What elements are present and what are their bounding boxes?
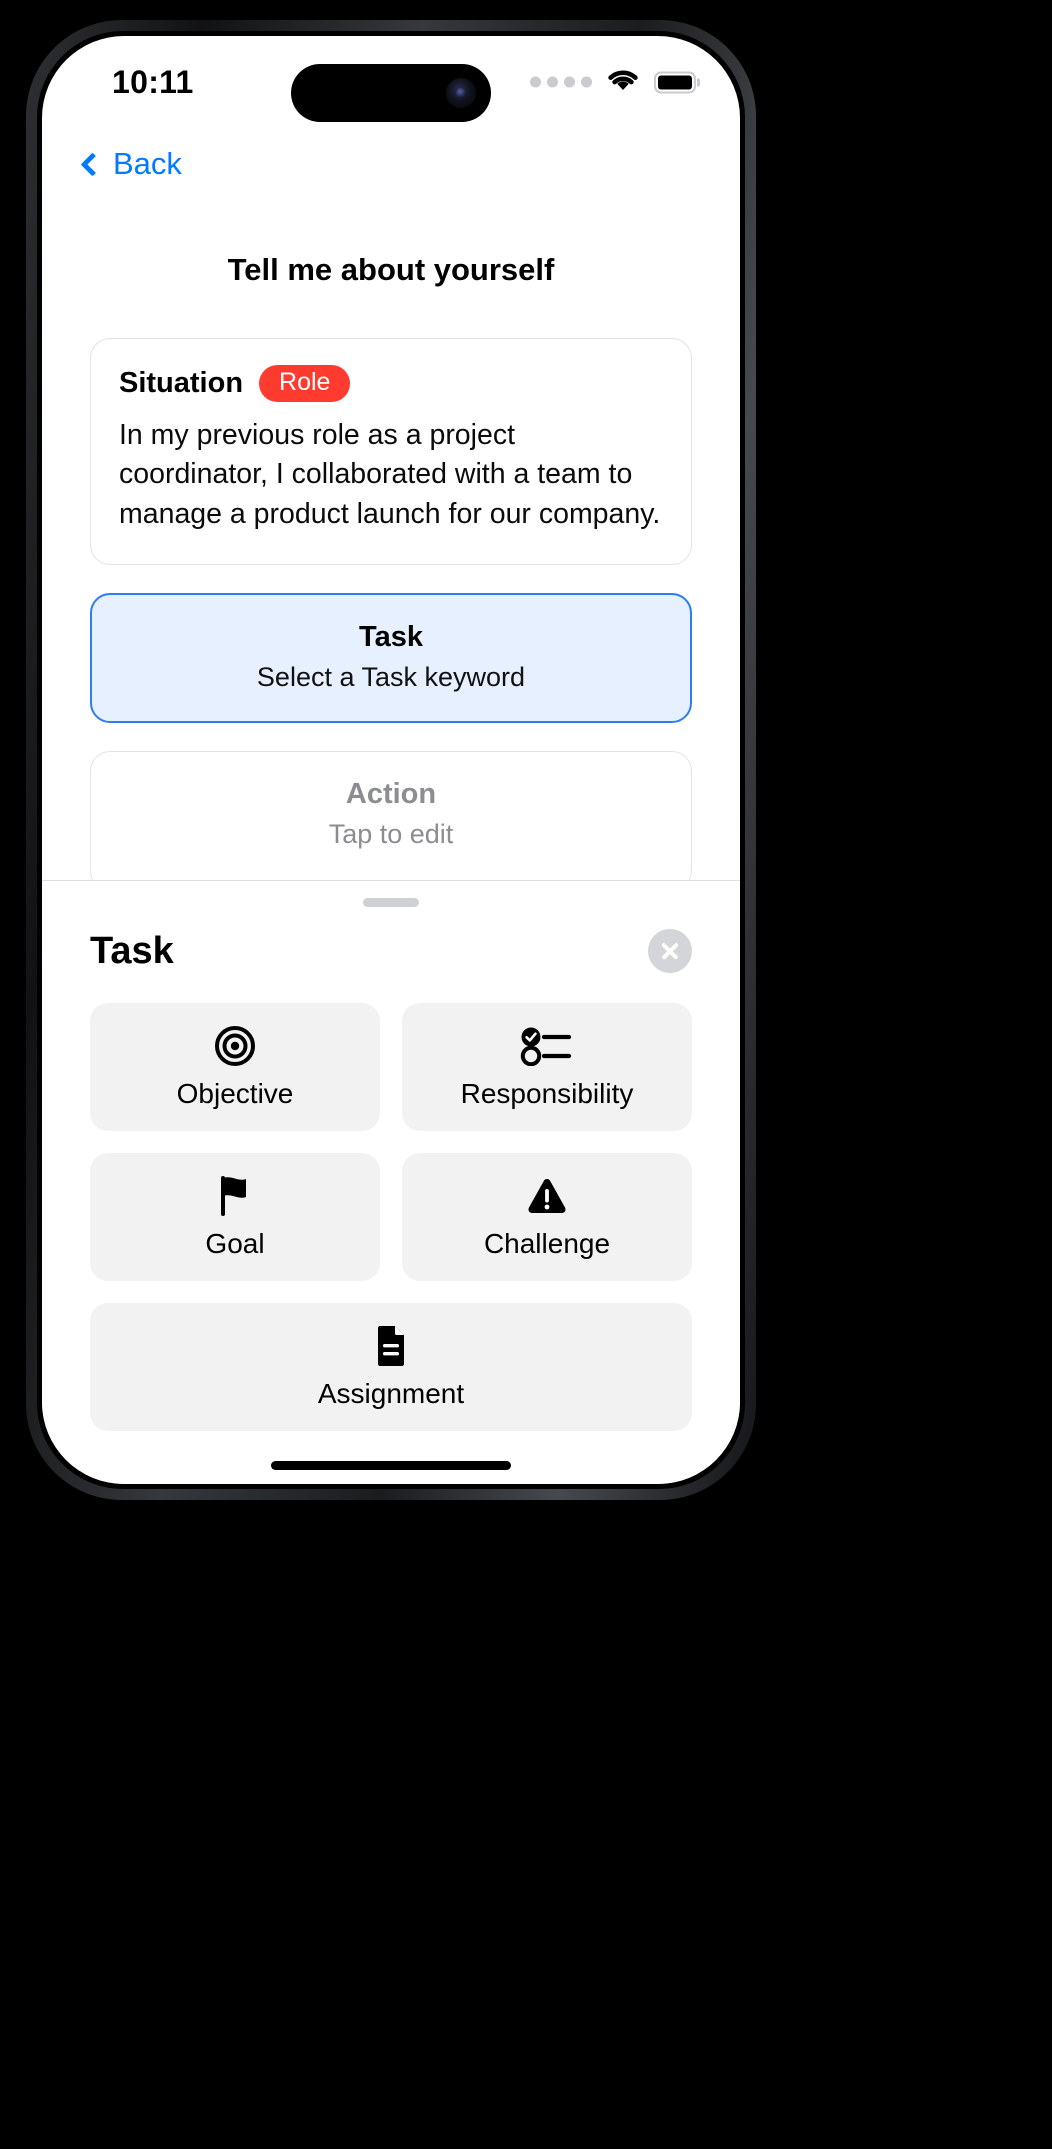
dynamic-island bbox=[291, 64, 491, 122]
card-task-subtitle: Select a Task keyword bbox=[256, 661, 526, 692]
option-objective-label: Objective bbox=[176, 1078, 294, 1109]
answer-cards: Situation Role In my previous role as a … bbox=[42, 338, 740, 891]
card-action[interactable]: Action Tap to edit bbox=[90, 750, 692, 891]
phone-frame: 10:11 Back Tell me about yourself Situat… bbox=[26, 20, 756, 1500]
navigation-bar: Back bbox=[42, 128, 740, 200]
sheet-header: Task bbox=[42, 907, 740, 973]
option-goal[interactable]: Goal bbox=[90, 1153, 380, 1281]
option-challenge[interactable]: Challenge bbox=[402, 1153, 692, 1281]
target-icon bbox=[214, 1024, 256, 1068]
phone-screen: 10:11 Back Tell me about yourself Situat… bbox=[42, 36, 740, 1484]
status-bar-time: 10:11 bbox=[112, 63, 194, 100]
drag-handle-icon[interactable] bbox=[363, 898, 419, 907]
option-responsibility[interactable]: Responsibility bbox=[402, 1003, 692, 1131]
option-goal-label: Goal bbox=[205, 1228, 265, 1259]
back-button-label: Back bbox=[113, 146, 182, 181]
screenshot-stage: 10:11 Back Tell me about yourself Situat… bbox=[0, 0, 1052, 2149]
card-situation-title: Situation bbox=[119, 367, 244, 399]
front-camera-icon bbox=[446, 78, 476, 108]
wifi-icon bbox=[604, 66, 642, 99]
task-keyword-sheet: Task Objective Responsibility Goal Chall… bbox=[42, 880, 740, 1484]
back-button[interactable]: Back bbox=[80, 146, 182, 182]
option-assignment-label: Assignment bbox=[317, 1378, 465, 1409]
flag-icon bbox=[216, 1174, 254, 1218]
warning-triangle-icon bbox=[525, 1174, 569, 1218]
option-responsibility-label: Responsibility bbox=[460, 1078, 634, 1109]
status-bar: 10:11 bbox=[42, 36, 740, 128]
card-task-title: Task bbox=[359, 620, 423, 653]
home-indicator[interactable] bbox=[271, 1461, 511, 1470]
close-icon[interactable] bbox=[648, 929, 692, 973]
option-objective[interactable]: Objective bbox=[90, 1003, 380, 1131]
battery-full-icon bbox=[654, 71, 696, 93]
option-challenge-label: Challenge bbox=[483, 1228, 611, 1259]
document-icon bbox=[373, 1324, 409, 1368]
keyword-option-grid: Objective Responsibility Goal Challenge … bbox=[42, 973, 740, 1431]
status-bar-indicators bbox=[530, 66, 696, 99]
signal-dots-icon bbox=[530, 76, 592, 88]
card-action-subtitle: Tap to edit bbox=[328, 818, 454, 849]
checklist-icon bbox=[520, 1024, 574, 1068]
card-situation[interactable]: Situation Role In my previous role as a … bbox=[90, 338, 692, 565]
phone-bezel: 10:11 Back Tell me about yourself Situat… bbox=[37, 31, 745, 1489]
status-badge: Role bbox=[259, 365, 351, 402]
option-assignment[interactable]: Assignment bbox=[90, 1303, 692, 1431]
page-title: Tell me about yourself bbox=[227, 252, 555, 287]
card-action-title: Action bbox=[345, 777, 437, 810]
sheet-title: Task bbox=[90, 929, 174, 972]
card-situation-body: In my previous role as a project coordin… bbox=[119, 419, 661, 530]
card-task[interactable]: Task Select a Task keyword bbox=[90, 592, 692, 723]
chevron-left-icon bbox=[80, 151, 105, 177]
card-situation-header: Situation Role bbox=[119, 365, 663, 402]
